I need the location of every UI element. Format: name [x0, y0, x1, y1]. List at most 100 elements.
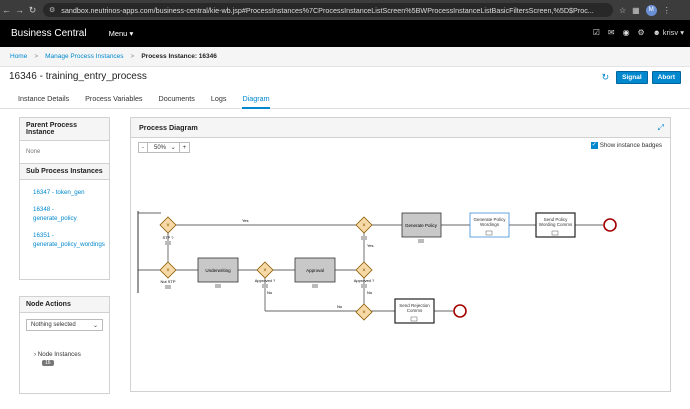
user-icon: ☻: [652, 28, 661, 37]
gateway-approved-1-label: Approved ?: [255, 278, 276, 283]
breadcrumb-home[interactable]: Home: [10, 53, 27, 60]
node-badge: [361, 284, 367, 288]
node-instances-toggle[interactable]: › Node Instances 16: [34, 351, 109, 366]
task-send-rejection-comms-label: Send Rejection Comms: [399, 303, 430, 313]
edge-label-yes: Yes: [367, 243, 374, 248]
camera-icon[interactable]: ◉: [623, 28, 630, 37]
breadcrumb-manage-process-instances[interactable]: Manage Process Instances: [45, 53, 123, 60]
svg-text:×: ×: [166, 223, 170, 229]
node-badge: [361, 236, 367, 240]
node-badge: [165, 285, 171, 289]
signal-button[interactable]: Signal: [616, 71, 648, 84]
task-underwriting-label: Underwriting: [205, 268, 231, 273]
bookmark-star-icon[interactable]: ☆: [619, 6, 626, 15]
svg-text:×: ×: [263, 268, 267, 274]
edge-label-no: No: [267, 290, 273, 295]
svg-text:×: ×: [362, 310, 366, 316]
bpmn-diagram: × STP ? × Not STP × Approved ? × Approve…: [137, 211, 617, 324]
forward-icon[interactable]: →: [13, 5, 26, 15]
breadcrumb-separator-icon: >: [34, 53, 39, 60]
svg-text:×: ×: [166, 268, 170, 274]
gateway-approved-2[interactable]: × Approved ?: [354, 261, 375, 288]
gateway-stp-label: STP ?: [162, 235, 174, 240]
node-badge: [215, 284, 221, 288]
instance-actions: ↻ Signal Abort: [602, 71, 681, 84]
chevron-down-icon: ▾: [129, 29, 134, 38]
svg-text:×: ×: [362, 223, 366, 229]
tab-process-variables[interactable]: Process Variables: [85, 91, 142, 109]
task-approval[interactable]: Approval: [294, 257, 336, 288]
app-brand[interactable]: Business Central: [11, 28, 87, 39]
task-approval-label: Approval: [306, 268, 324, 273]
svg-text:×: ×: [362, 268, 366, 274]
app-header: Business Central Menu ▾ ☑ ✉ ◉ ⚙ ☻ krisv …: [0, 20, 690, 47]
task-send-policy-wording-comms-label: Send Policy Wording Comms: [538, 217, 573, 227]
back-icon[interactable]: ←: [0, 5, 13, 15]
gateway-merge-no[interactable]: ×: [355, 303, 373, 321]
tab-diagram[interactable]: Diagram: [242, 91, 270, 109]
user-menu[interactable]: ☻ krisv ▾: [653, 28, 684, 37]
task-send-policy-wording-comms[interactable]: Send Policy Wording Comms: [535, 212, 576, 238]
node-badge: [262, 284, 268, 288]
gateway-approved-2-label: Approved ?: [354, 278, 375, 283]
instance-tabs: Instance Details Process Variables Docum…: [0, 91, 690, 109]
extensions-icon[interactable]: ▦: [632, 6, 640, 15]
chevron-right-icon: ›: [34, 351, 37, 358]
node-actions-panel: Node Actions Nothing selected ⌄ › Node I…: [19, 296, 110, 394]
edge-label-no: No: [337, 304, 343, 309]
task-generate-policy-wordings-label: Generate Policy Wordings: [473, 217, 506, 227]
edge-label-yes: Yes: [242, 218, 249, 223]
subprocess-marker-icon: [551, 230, 559, 236]
browser-toolbar: ← → ↻ ⚙ sandbox.neutrinos-apps.com/busin…: [0, 0, 690, 20]
node-badge: [418, 239, 424, 243]
parent-process-panel: Parent Process Instance None Sub Process…: [19, 117, 110, 280]
main-menu-button[interactable]: Menu ▾: [109, 29, 134, 38]
breadcrumb-current: Process Instance: 16346: [141, 53, 217, 60]
task-generate-policy-wordings[interactable]: Generate Policy Wordings: [469, 212, 510, 238]
settings-gear-icon[interactable]: ⚙: [638, 28, 645, 37]
end-event-success[interactable]: [603, 218, 617, 232]
node-actions-heading: Node Actions: [20, 297, 109, 313]
node-badge: [165, 241, 171, 245]
sub-process-link-16351[interactable]: 16351 - generate_policy_wordings: [20, 231, 109, 249]
browser-menu-icon[interactable]: ⋮: [663, 6, 671, 15]
node-badge: [312, 284, 318, 288]
tab-documents[interactable]: Documents: [159, 91, 195, 109]
parent-process-none: None: [26, 149, 41, 155]
menu-label: Menu: [108, 29, 128, 38]
breadcrumb: Home > Manage Process Instances > Proces…: [0, 47, 690, 67]
process-diagram-panel: Process Diagram ⤢ - 50% ⌄ + ✓ Show insta…: [130, 117, 671, 392]
url-text: sandbox.neutrinos-apps.com/business-cent…: [61, 5, 594, 15]
tab-logs[interactable]: Logs: [211, 91, 227, 109]
user-name: krisv: [662, 28, 679, 37]
task-underwriting[interactable]: Underwriting: [197, 257, 239, 288]
subprocess-marker-icon: [410, 316, 418, 322]
page-title: 16346 - training_entry_process: [9, 71, 147, 82]
task-generate-policy[interactable]: Generate Policy: [401, 212, 442, 243]
profile-avatar[interactable]: M: [645, 4, 657, 16]
gateway-merge-yes[interactable]: ×: [355, 216, 373, 240]
breadcrumb-separator-icon: >: [130, 53, 135, 60]
sub-process-link-16348[interactable]: 16348 - generate_policy: [20, 205, 109, 223]
task-send-rejection-comms[interactable]: Send Rejection Comms: [394, 298, 435, 324]
gateway-approved-1[interactable]: × Approved ?: [255, 261, 276, 288]
parent-process-heading: Parent Process Instance: [20, 118, 109, 141]
gateway-not-stp[interactable]: × Not STP: [159, 261, 177, 289]
node-select-dropdown[interactable]: Nothing selected ⌄: [26, 319, 103, 331]
address-bar[interactable]: ⚙ sandbox.neutrinos-apps.com/business-ce…: [43, 3, 613, 17]
tasks-icon[interactable]: ☑: [593, 28, 600, 37]
reload-icon[interactable]: ↻: [26, 5, 39, 16]
alerts-icon[interactable]: ✉: [608, 28, 615, 37]
subprocess-marker-icon: [485, 230, 493, 236]
refresh-icon[interactable]: ↻: [602, 72, 610, 83]
chevron-down-icon: ⌄: [92, 322, 98, 329]
task-generate-policy-label: Generate Policy: [405, 223, 438, 228]
node-select-value: Nothing selected: [31, 322, 76, 328]
site-info-icon[interactable]: ⚙: [49, 6, 55, 14]
tab-instance-details[interactable]: Instance Details: [18, 91, 69, 109]
abort-button[interactable]: Abort: [651, 71, 681, 84]
end-event-rejection[interactable]: [453, 304, 467, 318]
sub-process-heading: Sub Process Instances: [20, 163, 109, 180]
node-instances-label: Node Instances: [37, 351, 81, 358]
sub-process-link-16347[interactable]: 16347 - token_gen: [20, 188, 109, 197]
